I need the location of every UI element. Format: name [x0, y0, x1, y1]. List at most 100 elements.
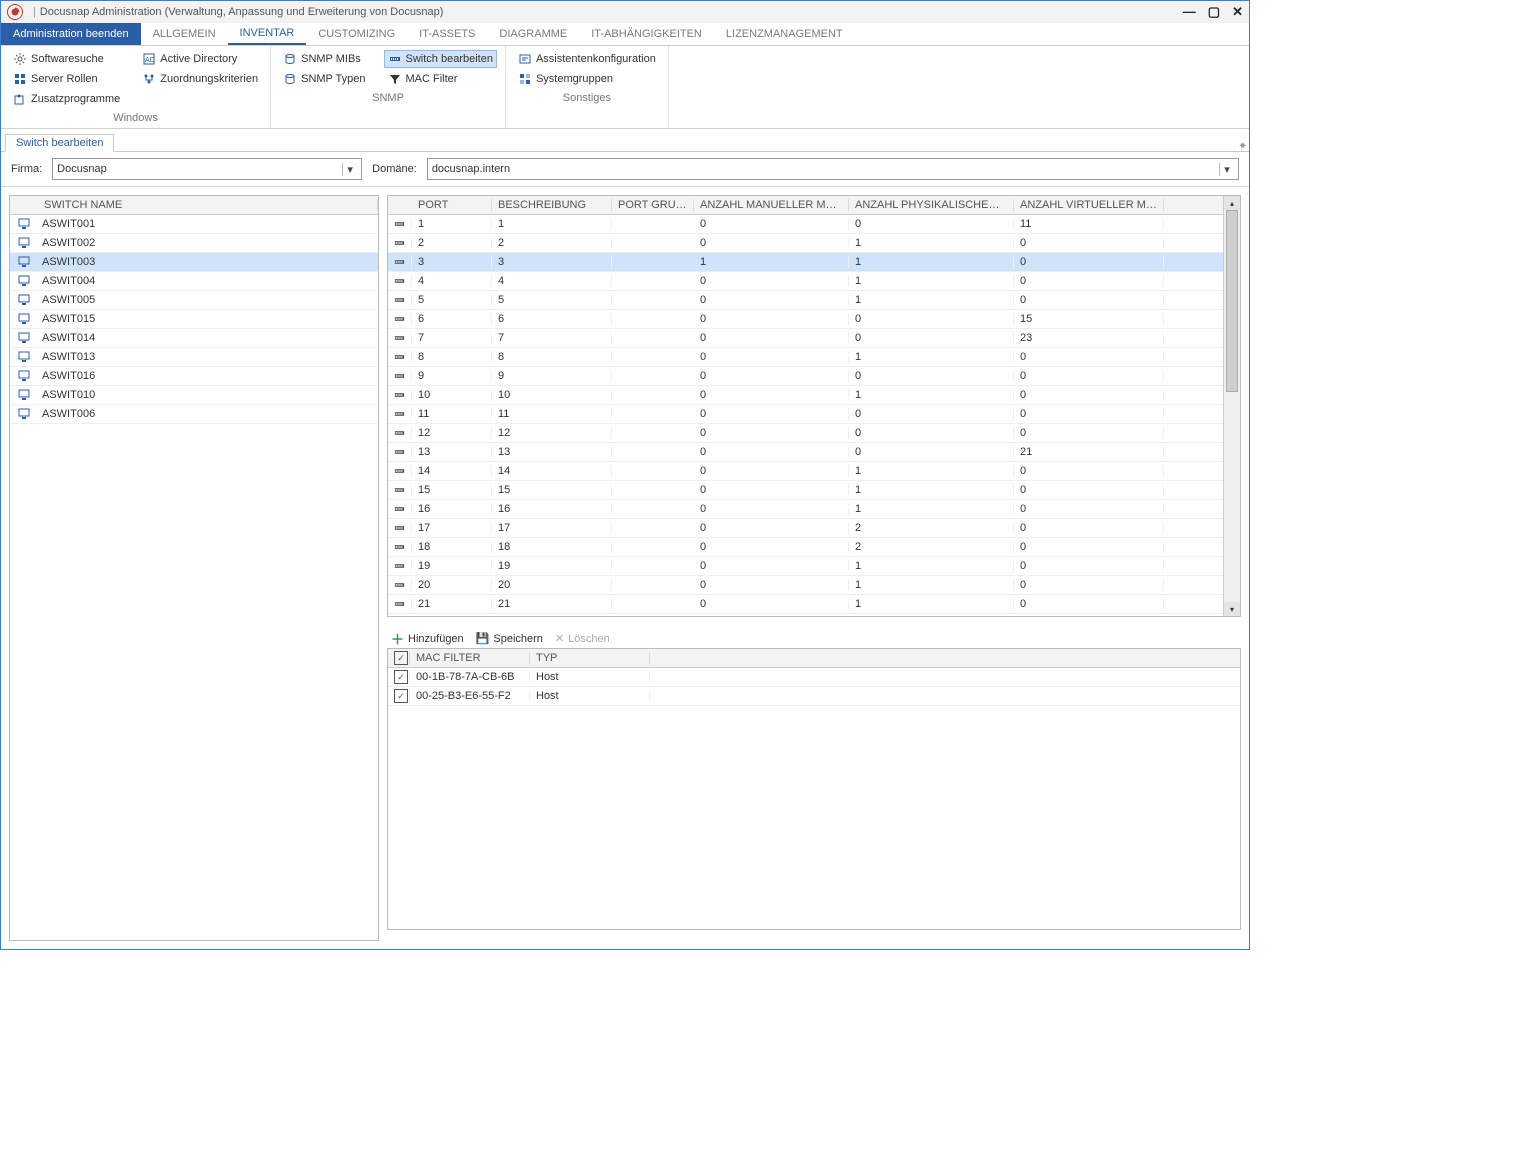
port-row[interactable]: 55010: [388, 291, 1223, 310]
port-col-header[interactable]: ANZAHL PHYSIKALISCHER MAC ...: [849, 199, 1014, 211]
domaene-combo[interactable]: docusnap.intern ▾: [427, 158, 1239, 180]
switch-row[interactable]: ASWIT013: [10, 348, 378, 367]
port-cell-virt: 0: [1014, 237, 1164, 249]
minimize-button[interactable]: —: [1183, 4, 1196, 20]
ribbon-zuordnungskriterien[interactable]: Zuordnungskriterien: [138, 70, 262, 88]
menu-it-abhängigkeiten[interactable]: IT-ABHÄNGIGKEITEN: [579, 23, 714, 45]
ports-grid[interactable]: PORTBESCHREIBUNGPORT GRUPPEANZAHL MANUEL…: [388, 196, 1223, 616]
switch-row[interactable]: ASWIT014: [10, 329, 378, 348]
switch-icon: [10, 237, 38, 249]
scroll-up-icon[interactable]: ▴: [1224, 196, 1240, 210]
switch-row[interactable]: ASWIT016: [10, 367, 378, 386]
port-col-header[interactable]: ANZAHL MANUELLER MAC AD...: [694, 199, 849, 211]
mac-row[interactable]: ✓00-25-B3-E6-55-F2Host: [388, 687, 1240, 706]
ribbon-zusatzprogramme[interactable]: Zusatzprogramme: [9, 90, 124, 108]
port-col-header[interactable]: PORT: [412, 199, 492, 211]
port-row[interactable]: 1919010: [388, 557, 1223, 576]
switch-list[interactable]: ASWIT001ASWIT002ASWIT003ASWIT004ASWIT005…: [10, 215, 378, 940]
port-row[interactable]: 2222004: [388, 614, 1223, 616]
port-cell-port: 6: [412, 313, 492, 325]
port-row[interactable]: 110011: [388, 215, 1223, 234]
switch-row[interactable]: ASWIT002: [10, 234, 378, 253]
ribbon-snmp-typen[interactable]: SNMP Typen: [279, 70, 369, 88]
switch-row[interactable]: ASWIT004: [10, 272, 378, 291]
port-cell-virt: 0: [1014, 484, 1164, 496]
scroll-thumb[interactable]: [1226, 210, 1238, 392]
switch-row[interactable]: ASWIT015: [10, 310, 378, 329]
port-col-header[interactable]: BESCHREIBUNG: [492, 199, 612, 211]
delete-button[interactable]: ✕Löschen: [555, 632, 610, 645]
mac-typ-header[interactable]: TYP: [530, 652, 650, 664]
port-icon: [388, 598, 412, 610]
switch-name-header[interactable]: SWITCH NAME: [38, 199, 378, 211]
ribbon-softwaresuche[interactable]: Softwaresuche: [9, 50, 124, 68]
ribbon-mac-filter[interactable]: MAC Filter: [384, 70, 497, 88]
scroll-down-icon[interactable]: ▾: [1224, 602, 1240, 616]
port-col-header[interactable]: PORT GRUPPE: [612, 199, 694, 211]
menu-diagramme[interactable]: DIAGRAMME: [487, 23, 579, 45]
menu-customizing[interactable]: CUSTOMIZING: [306, 23, 407, 45]
switch-row[interactable]: ASWIT005: [10, 291, 378, 310]
port-row[interactable]: 1111000: [388, 405, 1223, 424]
close-button[interactable]: ✕: [1232, 4, 1243, 20]
port-row[interactable]: 1616010: [388, 500, 1223, 519]
mac-filter-header[interactable]: MAC FILTER: [410, 652, 530, 664]
port-row[interactable]: 2020010: [388, 576, 1223, 595]
ports-scrollbar[interactable]: ▴ ▾: [1223, 196, 1240, 616]
tab-nav-arrows[interactable]: ◂ ▸: [1239, 140, 1249, 151]
ribbon-assistentenkonfiguration[interactable]: Assistentenkonfiguration: [514, 50, 660, 68]
port-col-header[interactable]: ANZAHL VIRTUELLER MAC ADR...: [1014, 199, 1164, 211]
port-cell-virt: 11: [1014, 218, 1164, 230]
port-row[interactable]: 660015: [388, 310, 1223, 329]
mac-row[interactable]: ✓00-1B-78-7A-CB-6BHost: [388, 668, 1240, 687]
switch-row[interactable]: ASWIT006: [10, 405, 378, 424]
port-cell-man: 0: [694, 275, 849, 287]
port-row[interactable]: 1717020: [388, 519, 1223, 538]
ribbon-snmp-mibs[interactable]: SNMP MIBs: [279, 50, 369, 68]
menu-allgemein[interactable]: ALLGEMEIN: [141, 23, 228, 45]
switch-row[interactable]: ASWIT010: [10, 386, 378, 405]
doc-tab-switch-bearbeiten[interactable]: Switch bearbeiten: [5, 134, 114, 152]
maximize-button[interactable]: ▢: [1208, 4, 1220, 20]
port-row[interactable]: 33110: [388, 253, 1223, 272]
domaene-value: docusnap.intern: [432, 163, 510, 175]
port-cell-virt: 0: [1014, 275, 1164, 287]
menu-inventar[interactable]: INVENTAR: [228, 23, 307, 45]
port-row[interactable]: 770023: [388, 329, 1223, 348]
ribbon-switch-bearbeiten[interactable]: Switch bearbeiten: [384, 50, 497, 68]
menu-admin-beenden[interactable]: Administration beenden: [1, 23, 141, 45]
port-row[interactable]: 1010010: [388, 386, 1223, 405]
port-row[interactable]: 44010: [388, 272, 1223, 291]
switch-icon: [10, 332, 38, 344]
port-row[interactable]: 22010: [388, 234, 1223, 253]
port-row[interactable]: 99000: [388, 367, 1223, 386]
mac-checkbox[interactable]: ✓: [388, 689, 410, 703]
add-button[interactable]: ＋Hinzufügen: [391, 629, 464, 648]
firma-combo[interactable]: Docusnap ▾: [52, 158, 362, 180]
switch-row[interactable]: ASWIT001: [10, 215, 378, 234]
mac-checkbox[interactable]: ✓: [388, 670, 410, 684]
port-cell-port: 3: [412, 256, 492, 268]
switch-name: ASWIT015: [38, 313, 378, 325]
port-row[interactable]: 1212000: [388, 424, 1223, 443]
firma-value: Docusnap: [57, 163, 107, 175]
save-icon: 💾: [476, 632, 490, 645]
mac-check-header[interactable]: ✓: [388, 651, 410, 665]
port-row[interactable]: 88010: [388, 348, 1223, 367]
ribbon-active-directory[interactable]: ADActive Directory: [138, 50, 262, 68]
ad-icon: AD: [142, 52, 156, 66]
mac-rows[interactable]: ✓00-1B-78-7A-CB-6BHost✓00-25-B3-E6-55-F2…: [388, 668, 1240, 706]
port-row[interactable]: 1818020: [388, 538, 1223, 557]
port-row[interactable]: 1515010: [388, 481, 1223, 500]
port-row[interactable]: 2121010: [388, 595, 1223, 614]
port-row[interactable]: 13130021: [388, 443, 1223, 462]
port-cell-port: 12: [412, 427, 492, 439]
ribbon-server-rollen[interactable]: Server Rollen: [9, 70, 124, 88]
port-row[interactable]: 1414010: [388, 462, 1223, 481]
menu-it-assets[interactable]: IT-ASSETS: [407, 23, 487, 45]
save-button[interactable]: 💾Speichern: [476, 632, 543, 645]
menu-lizenzmanagement[interactable]: LIZENZMANAGEMENT: [714, 23, 855, 45]
firma-dropdown-icon: ▾: [342, 163, 357, 176]
switch-row[interactable]: ASWIT003: [10, 253, 378, 272]
ribbon-systemgruppen[interactable]: Systemgruppen: [514, 70, 660, 88]
